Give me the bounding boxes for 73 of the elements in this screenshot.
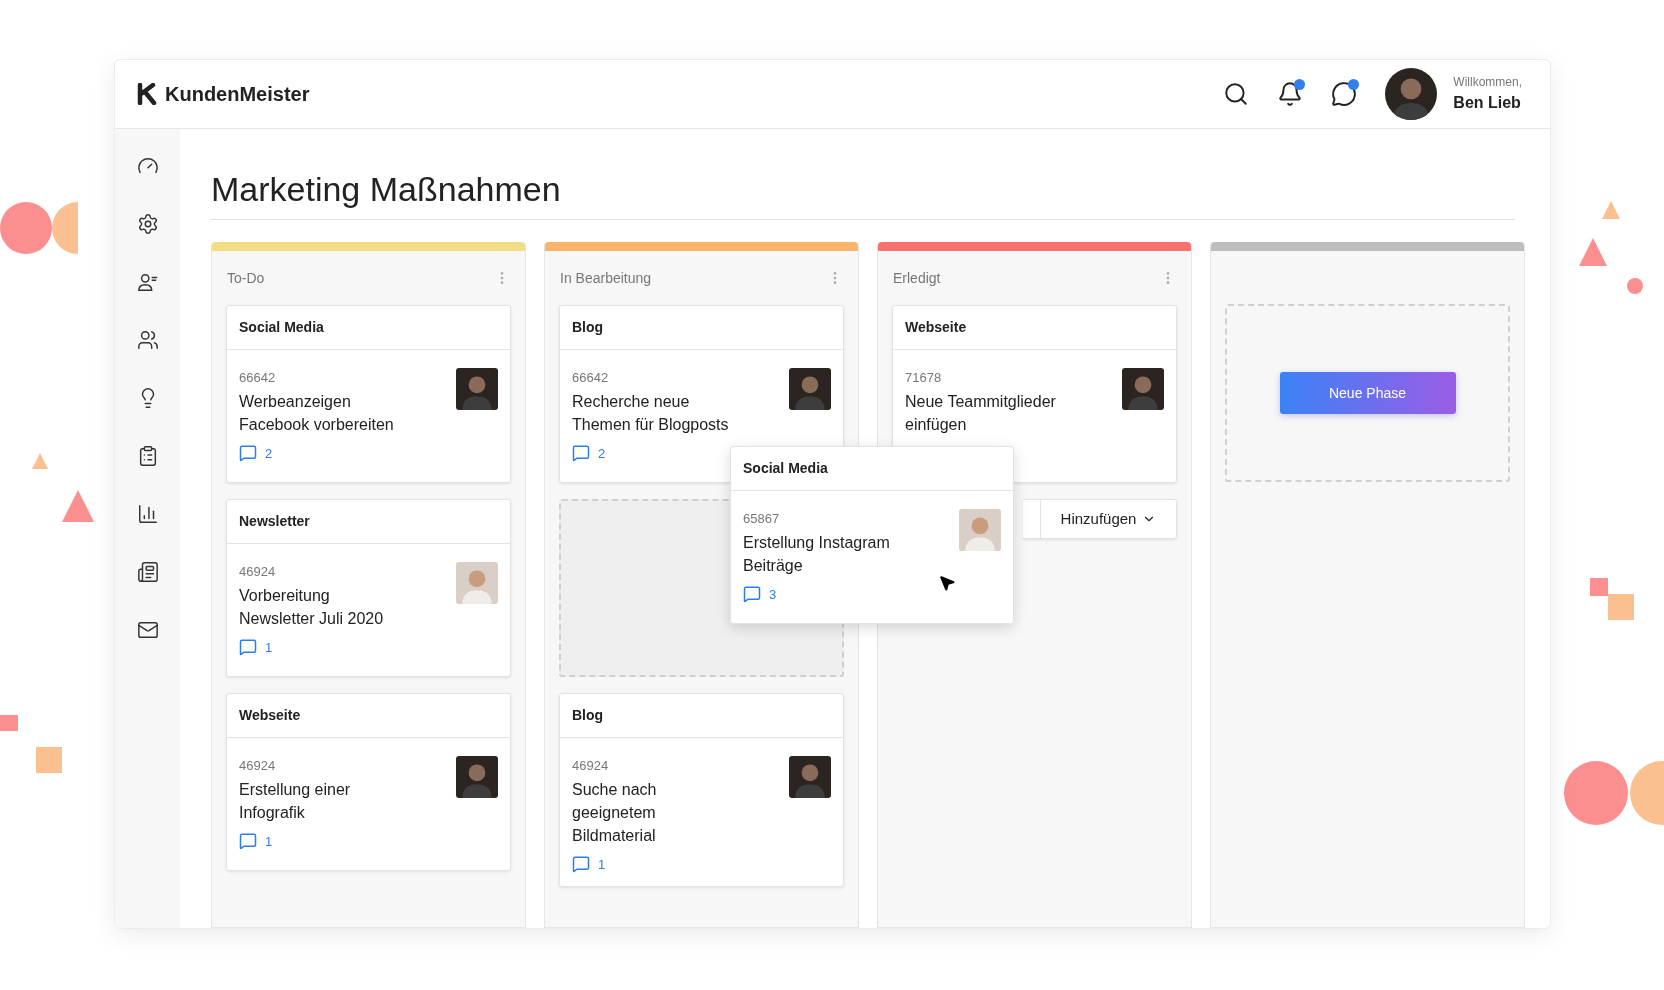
avatar: [456, 368, 498, 410]
page-title: Marketing Maßnahmen: [211, 169, 1515, 220]
card-category: Webseite: [239, 706, 301, 725]
avatar: [1385, 68, 1438, 120]
mouse-cursor-icon: [938, 574, 956, 592]
column-title: To-Do: [227, 268, 265, 288]
task-id: 66642: [572, 369, 610, 387]
comment-count: 3: [769, 585, 777, 604]
task-id: 46924: [572, 757, 610, 775]
app-name: KundenMeister: [165, 82, 310, 107]
add-button[interactable]: Hinzufügen: [1023, 499, 1177, 539]
decor-triangle: [62, 490, 94, 522]
decor-triangle: [1602, 201, 1620, 219]
chat-icon[interactable]: [1331, 81, 1358, 107]
task-id: 71678: [905, 369, 943, 387]
task-title: Erstellung Instagram Beiträge: [743, 532, 891, 576]
comment-icon: [743, 585, 761, 604]
avatar: [959, 509, 1001, 551]
task-title: Neue Teammitglieder einfügen: [905, 391, 1057, 435]
comment-count: 1: [598, 855, 606, 874]
comment-icon: [572, 444, 590, 463]
card-category: Webseite: [905, 318, 967, 337]
task-title: Werbeanzeigen Facebook vorbereiten: [239, 391, 395, 435]
task-id: 46924: [239, 757, 277, 775]
task-title: Vorbereitung Newsletter Juli 2020: [239, 585, 385, 629]
decor-triangle: [32, 453, 48, 469]
person-lines-icon[interactable]: [136, 271, 159, 293]
avatar: [789, 368, 831, 410]
task-card[interactable]: Blog 46924 Suche nach geeignetem Bildmaterial 1: [559, 693, 844, 887]
avatar: [456, 756, 498, 798]
greeting: Willkommen,: [1453, 74, 1522, 91]
settings-icon[interactable]: [136, 213, 159, 235]
card-category: Social Media: [239, 318, 324, 337]
new-phase-button[interactable]: Neue Phase: [1279, 372, 1456, 414]
comment-icon: [239, 638, 257, 657]
card-category: Blog: [572, 706, 604, 725]
column-title: Erledigt: [893, 268, 941, 288]
bar-chart-icon[interactable]: [136, 503, 159, 525]
user-name: Ben Lieb: [1453, 93, 1522, 113]
task-card[interactable]: Social Media 66642 Werbeanzeigen Facebook vorbereiten 2: [226, 305, 511, 483]
task-title: Recherche neue Themen für Blogposts: [572, 391, 730, 435]
comment-icon: [572, 855, 590, 874]
comment-count: 1: [265, 832, 273, 851]
task-title: Erstellung einer Infografik: [239, 779, 352, 823]
logo-icon: [137, 83, 157, 105]
comment-count: 2: [265, 444, 273, 463]
task-title: Suche nach geeignetem Bildmaterial: [572, 779, 658, 846]
task-id: 46924: [239, 563, 277, 581]
card-category: Newsletter: [239, 512, 310, 531]
search-icon[interactable]: [1223, 81, 1250, 107]
avatar: [1122, 368, 1164, 410]
decor-square: [0, 715, 18, 731]
bell-icon[interactable]: [1277, 81, 1304, 107]
decor-square: [36, 747, 62, 773]
task-id: 66642: [239, 369, 277, 387]
column-title: In Bearbeitung: [560, 268, 652, 288]
decor-triangle: [1579, 238, 1607, 266]
card-category: Blog: [572, 318, 604, 337]
comment-icon: [239, 832, 257, 851]
task-card[interactable]: Webseite 46924 Erstellung einer Infografik 1: [226, 693, 511, 871]
users-icon[interactable]: [136, 329, 159, 351]
task-card[interactable]: Social Media 65867 Erstellung Instagram Beiträge 3: [730, 446, 1014, 624]
comment-count: 1: [265, 638, 273, 657]
newspaper-icon[interactable]: [136, 561, 159, 583]
avatar: [789, 756, 831, 798]
task-card[interactable]: Webseite 71678 Neue Teammitglieder einfügen: [892, 305, 1177, 483]
task-id: 65867: [743, 510, 781, 528]
avatar: [456, 562, 498, 604]
task-card[interactable]: Newsletter 46924 Vorbereitung Newsletter Juli 2020 1: [226, 499, 511, 677]
comment-count: 2: [598, 444, 606, 463]
card-category: Social Media: [743, 459, 828, 478]
mail-icon[interactable]: [136, 619, 159, 641]
comment-icon: [239, 444, 257, 463]
